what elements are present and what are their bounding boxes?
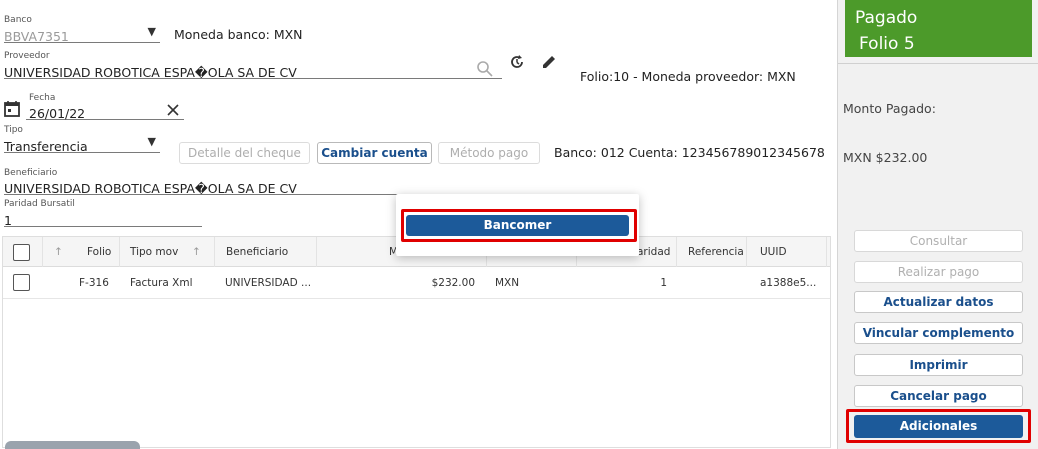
vincular-complemento-button[interactable]: Vincular complemento	[854, 322, 1023, 344]
tipo-select[interactable]: Transferencia ▼	[4, 135, 160, 154]
folio-moneda-proveedor: Folio:10 - Moneda proveedor: MXN	[580, 69, 796, 84]
status-folio: Folio 5	[859, 34, 915, 54]
paridad-input[interactable]: 1	[4, 210, 202, 228]
header-folio[interactable]: ↑ Folio	[43, 237, 120, 267]
metodo-pago-button[interactable]: Método pago	[438, 142, 540, 164]
status-title: Pagado	[855, 8, 918, 28]
row-checkbox[interactable]	[13, 274, 30, 291]
beneficiario-label: Beneficiario	[4, 168, 58, 178]
divider	[838, 63, 1038, 64]
horizontal-scrollbar[interactable]	[5, 441, 140, 449]
proveedor-label: Proveedor	[4, 51, 50, 61]
table-row[interactable]: F-316 Factura Xml UNIVERSIDAD ... $232.0…	[3, 267, 830, 299]
checkbox-column	[3, 237, 43, 267]
banco-cuenta-info: Banco: 012 Cuenta: 123456789012345678	[554, 145, 825, 160]
banco-label: Banco	[4, 15, 32, 25]
imprimir-button[interactable]: Imprimir	[854, 354, 1023, 376]
bancomer-option[interactable]: Bancomer	[406, 215, 629, 236]
sort-arrow-icon: ↑	[192, 246, 201, 258]
cancelar-pago-button[interactable]: Cancelar pago	[854, 385, 1023, 407]
paridad-label: Paridad Bursatil	[4, 199, 75, 209]
calendar-icon[interactable]	[4, 100, 20, 117]
proveedor-input[interactable]: UNIVERSIDAD ROBOTICA ESPA�OLA SA DE CV	[4, 62, 502, 80]
actualizar-datos-button[interactable]: Actualizar datos	[854, 291, 1023, 313]
status-box: Pagado Folio 5	[845, 0, 1032, 57]
monto-pagado-value: MXN $232.00	[843, 150, 928, 165]
moneda-banco: Moneda banco: MXN	[174, 27, 303, 42]
cell-monto: $232.00	[431, 277, 475, 289]
beneficiario-value: UNIVERSIDAD ROBOTICA ESPA�OLA SA DE CV	[4, 181, 297, 196]
cell-folio: F-316	[79, 277, 109, 289]
fecha-value: 26/01/22	[29, 106, 86, 121]
cell-uuid: a1388e5...	[760, 277, 817, 289]
fecha-input[interactable]: 26/01/22	[26, 103, 184, 121]
cell-tipo-mov: Factura Xml	[130, 277, 193, 289]
header-uuid[interactable]: UUID	[747, 237, 827, 267]
banco-select[interactable]: BBVA7351 ▼	[4, 25, 160, 44]
pagos-table: ↑ Folio Tipo mov ↑ Beneficiario M aridad…	[2, 236, 831, 448]
tipo-label: Tipo	[4, 125, 23, 135]
header-referencia[interactable]: Referencia	[677, 237, 747, 267]
cambiar-cuenta-button[interactable]: Cambiar cuenta	[317, 142, 432, 164]
tipo-value: Transferencia	[4, 139, 88, 154]
paridad-value: 1	[4, 213, 12, 228]
pencil-icon[interactable]	[540, 53, 558, 71]
banco-value: BBVA7351	[4, 29, 69, 44]
realizar-pago-button[interactable]: Realizar pago	[854, 261, 1023, 283]
monto-pagado-label: Monto Pagado:	[843, 101, 936, 116]
fecha-label: Fecha	[29, 93, 56, 103]
header-beneficiario[interactable]: Beneficiario	[215, 237, 317, 267]
consultar-button[interactable]: Consultar	[854, 230, 1023, 252]
cell-beneficiario: UNIVERSIDAD ...	[225, 277, 312, 289]
cell-moneda: MXN	[495, 277, 520, 289]
beneficiario-input[interactable]: UNIVERSIDAD ROBOTICA ESPA�OLA SA DE CV	[4, 178, 398, 196]
proveedor-value: UNIVERSIDAD ROBOTICA ESPA�OLA SA DE CV	[4, 65, 297, 80]
chevron-down-icon: ▼	[147, 25, 156, 38]
banco-dropdown-popup: Bancomer	[396, 194, 639, 256]
detalle-cheque-button[interactable]: Detalle del cheque	[179, 142, 310, 164]
right-panel: Pagado Folio 5 Monto Pagado: MXN $232.00…	[837, 0, 1038, 449]
search-icon[interactable]	[476, 60, 494, 78]
refresh-icon[interactable]	[508, 53, 526, 71]
close-icon[interactable]	[166, 103, 180, 117]
cell-paridad: 1	[660, 277, 667, 289]
sort-arrow-icon: ↑	[54, 246, 63, 258]
header-tipo-mov[interactable]: Tipo mov ↑	[120, 237, 215, 267]
adicionales-button[interactable]: Adicionales	[854, 415, 1023, 438]
chevron-down-icon: ▼	[147, 135, 156, 148]
